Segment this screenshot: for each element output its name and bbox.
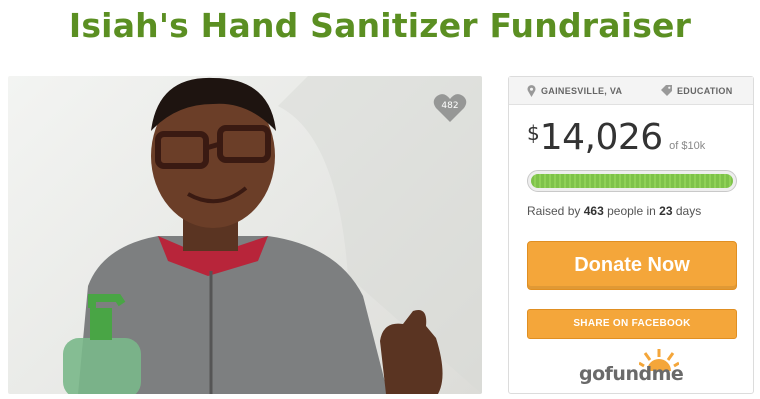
boy-with-sanitizer-image [63,76,482,394]
category-label: EDUCATION [677,85,733,96]
share-facebook-button[interactable]: SHARE ON FACEBOOK [527,309,737,339]
raised-suffix: days [675,204,702,218]
category-link[interactable]: EDUCATION [661,85,733,96]
donation-panel: GAINESVILLE, VA EDUCATION $14,026 of $10… [508,76,754,394]
days-count: 23 [659,204,673,218]
raised-summary: Raised by 463 people in 23 days [527,204,701,218]
gofundme-logo[interactable]: gofundme [579,349,689,389]
logo-text: gofundme [579,363,684,385]
location-label: GAINESVILLE, VA [541,86,623,96]
campaign-meta-bar: GAINESVILLE, VA EDUCATION [509,77,753,105]
raised-middle: people in [607,204,656,218]
donor-count: 463 [583,204,604,218]
page-title: Isiah's Hand Sanitizer Fundraiser [68,6,692,45]
progress-fill [531,174,733,188]
amount-raised: $14,026 of $10k [527,117,705,158]
currency-symbol: $ [527,121,540,145]
map-pin-icon [527,85,536,97]
raised-prefix: Raised by [527,204,581,218]
progress-bar [527,170,737,192]
location-link[interactable]: GAINESVILLE, VA [527,85,622,97]
like-count: 482 [441,101,459,111]
donate-button[interactable]: Donate Now [527,241,737,290]
goal-text: of $10k [669,140,706,152]
like-button[interactable]: 482 [433,92,467,124]
campaign-photo[interactable] [8,76,482,394]
amount-value: 14,026 [539,117,663,158]
tag-icon [661,85,672,96]
